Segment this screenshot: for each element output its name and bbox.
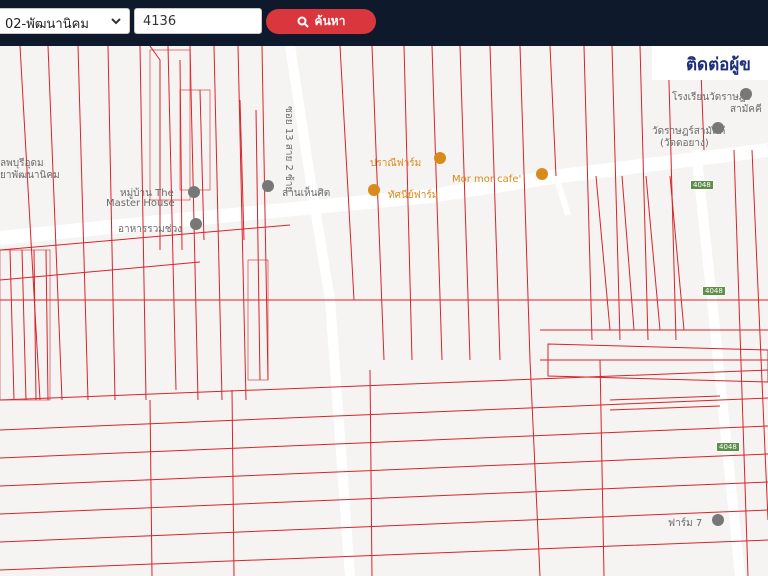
parcel-number-input[interactable] (134, 8, 262, 34)
pin-gray-icon[interactable] (262, 180, 274, 194)
top-search-bar: 02-พัฒนานิคม ค้นหา (0, 0, 768, 46)
poi-farm-7[interactable]: ฟาร์ม 7 (668, 516, 702, 531)
pin-orange-icon[interactable] (434, 152, 446, 166)
road-number-badge: 4048 (716, 442, 740, 452)
poi-temple-line2: (วัดดอยาง) (660, 138, 709, 149)
search-button[interactable]: ค้นหา (266, 9, 376, 34)
pin-gray-icon[interactable] (740, 88, 752, 102)
temple-gray-icon[interactable] (712, 122, 724, 136)
contact-banner[interactable]: ติดต่อผู้ข (652, 46, 768, 80)
road-number-badge: 4048 (690, 180, 714, 190)
pin-gray-icon[interactable] (190, 218, 202, 232)
poi-pranee-farm[interactable]: ปราณีฟาร์ม (370, 156, 421, 171)
poi-mor-mor-cafe[interactable]: Mor mor cafe' (452, 174, 521, 185)
search-button-label: ค้นหา (314, 14, 346, 28)
cafe-orange-icon[interactable] (536, 168, 548, 182)
pin-gray-icon[interactable] (712, 514, 724, 528)
poi-school-line2: สามัคคี (730, 104, 762, 115)
pin-orange-icon[interactable] (368, 184, 380, 198)
poi-pattana: ยาพัฒนานิคม (0, 170, 60, 181)
map-canvas[interactable]: โรงเรียนวัดราษฎร์ สามัคคี วัดราษฎร์สามัค… (0, 46, 768, 576)
search-icon (297, 16, 309, 28)
poi-restaurant[interactable]: อาหารรวมช่วง (118, 222, 182, 237)
pin-gray-icon[interactable] (188, 186, 200, 200)
district-select-value: 02-พัฒนานิคม (5, 17, 89, 32)
road-label-soi13: ซอย 13 สาย 2 ซ้าย (283, 106, 294, 193)
poi-village-line2: Master House (106, 198, 175, 209)
chevron-down-icon (111, 18, 121, 25)
poi-tasanee-farm[interactable]: ทัศนีย์ฟาร์ม (388, 188, 438, 203)
road-number-badge: 4048 (702, 286, 726, 296)
district-select[interactable]: 02-พัฒนานิคม (0, 8, 130, 34)
contact-label: ติดต่อผู้ข (686, 55, 751, 75)
